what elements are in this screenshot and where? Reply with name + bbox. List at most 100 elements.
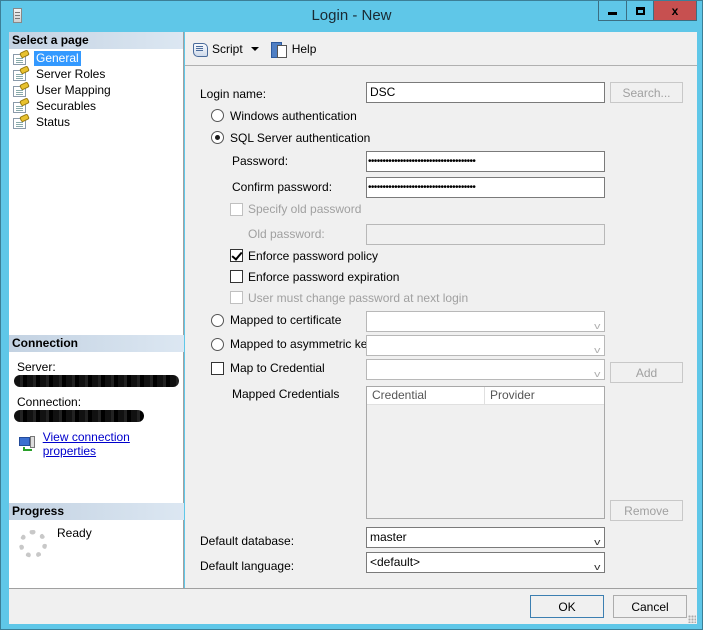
default-database-select[interactable]: master v bbox=[366, 527, 605, 548]
maximize-button[interactable] bbox=[626, 1, 654, 21]
old-password-label: Old password: bbox=[248, 227, 325, 241]
enforce-password-expiration-checkbox[interactable] bbox=[230, 270, 243, 283]
sidebar-item-label: User Mapping bbox=[36, 82, 111, 97]
connection-section: Connection Server: Connection: View conn… bbox=[9, 335, 184, 458]
mapped-to-asymmetric-key-radio[interactable] bbox=[211, 338, 224, 351]
default-language-label: Default language: bbox=[200, 559, 295, 573]
sql-server-authentication-label[interactable]: SQL Server authentication bbox=[230, 131, 370, 145]
specify-old-password-checkbox[interactable] bbox=[230, 203, 243, 216]
chevron-down-icon: v bbox=[593, 321, 600, 331]
login-new-dialog: Login - New x Select a page General Serv… bbox=[0, 0, 703, 630]
confirm-password-label: Confirm password: bbox=[232, 180, 333, 194]
sidebar-item-label: Server Roles bbox=[36, 66, 106, 81]
chevron-down-icon: v bbox=[593, 345, 600, 355]
password-input[interactable]: ••••••••••••••••••••••••••••••••••••• bbox=[366, 151, 605, 172]
mapped-credentials-label: Mapped Credentials bbox=[232, 387, 340, 401]
connection-properties-icon bbox=[19, 436, 37, 452]
windows-authentication-label[interactable]: Windows authentication bbox=[230, 109, 357, 123]
chevron-down-icon: v bbox=[593, 537, 600, 547]
enforce-password-policy-label[interactable]: Enforce password policy bbox=[248, 249, 378, 263]
specify-old-password-label: Specify old password bbox=[248, 202, 362, 216]
view-connection-properties-text[interactable]: View connection properties bbox=[43, 430, 184, 458]
server-label: Server: bbox=[17, 360, 56, 374]
page-icon bbox=[13, 49, 30, 65]
sidebar: Select a page General Server Roles User … bbox=[9, 32, 184, 588]
resize-grip[interactable] bbox=[688, 615, 696, 623]
minimize-button[interactable] bbox=[598, 1, 627, 21]
sidebar-item-label: Securables bbox=[36, 98, 97, 113]
windows-authentication-radio[interactable] bbox=[211, 109, 224, 122]
confirm-password-input[interactable]: ••••••••••••••••••••••••••••••••••••• bbox=[366, 177, 605, 198]
page-icon bbox=[13, 65, 30, 81]
general-page: Login name: DSC Search... Windows authen… bbox=[185, 66, 697, 587]
toolbar: Script Help bbox=[185, 32, 697, 66]
dialog-footer: OK Cancel bbox=[9, 588, 697, 624]
enforce-password-expiration-label[interactable]: Enforce password expiration bbox=[248, 270, 399, 284]
remove-credential-button[interactable]: Remove bbox=[610, 500, 683, 521]
sidebar-item-label: Status bbox=[36, 114, 71, 129]
script-label: Script bbox=[212, 41, 243, 56]
progress-status: Ready bbox=[57, 526, 92, 540]
default-database-value: master bbox=[370, 530, 407, 544]
chevron-down-icon: v bbox=[593, 369, 600, 379]
script-dropdown-icon[interactable] bbox=[250, 46, 259, 51]
mapped-to-certificate-label[interactable]: Mapped to certificate bbox=[230, 313, 341, 327]
map-to-credential-label[interactable]: Map to Credential bbox=[230, 361, 325, 375]
progress-section: Progress Ready bbox=[9, 503, 184, 580]
script-icon bbox=[192, 41, 208, 57]
sidebar-item-user-mapping[interactable]: User Mapping bbox=[9, 81, 183, 98]
chevron-down-icon: v bbox=[593, 562, 600, 572]
cancel-button[interactable]: Cancel bbox=[613, 595, 687, 618]
progress-spinner-icon bbox=[19, 530, 47, 558]
sidebar-item-label: General bbox=[34, 50, 81, 66]
select-page-header: Select a page bbox=[9, 32, 183, 49]
mapped-credentials-grid[interactable]: Credential Provider bbox=[366, 386, 605, 519]
page-icon bbox=[13, 97, 30, 113]
asymmetric-key-select[interactable]: v bbox=[366, 335, 605, 356]
must-change-password-label: User must change password at next login bbox=[248, 291, 469, 305]
close-button[interactable]: x bbox=[653, 1, 697, 21]
enforce-password-policy-checkbox[interactable] bbox=[230, 249, 243, 262]
title-bar[interactable]: Login - New x bbox=[1, 1, 702, 32]
mapped-to-certificate-radio[interactable] bbox=[211, 314, 224, 327]
help-button[interactable]: Help bbox=[270, 41, 316, 58]
main-panel: Script Help Login name: DSC Search... Wi… bbox=[185, 32, 697, 588]
page-icon bbox=[13, 113, 30, 129]
page-list: General Server Roles User Mapping Secura… bbox=[9, 49, 183, 130]
search-button[interactable]: Search... bbox=[610, 82, 683, 103]
login-name-input[interactable]: DSC bbox=[366, 82, 605, 103]
map-to-credential-checkbox[interactable] bbox=[211, 362, 224, 375]
sql-server-authentication-radio[interactable] bbox=[211, 131, 224, 144]
column-header-provider[interactable]: Provider bbox=[485, 387, 604, 404]
old-password-input[interactable] bbox=[366, 224, 605, 245]
default-language-value: <default> bbox=[370, 555, 421, 569]
script-button[interactable]: Script bbox=[192, 41, 259, 57]
credential-select[interactable]: v bbox=[366, 359, 605, 380]
ok-button[interactable]: OK bbox=[530, 595, 604, 618]
certificate-select[interactable]: v bbox=[366, 311, 605, 332]
column-header-credential[interactable]: Credential bbox=[367, 387, 485, 404]
grid-header: Credential Provider bbox=[367, 387, 604, 405]
server-value-redacted bbox=[14, 375, 179, 387]
default-database-label: Default database: bbox=[200, 534, 295, 548]
password-label: Password: bbox=[232, 154, 289, 168]
login-name-label: Login name: bbox=[200, 87, 267, 101]
sidebar-item-server-roles[interactable]: Server Roles bbox=[9, 65, 183, 82]
mapped-to-asymmetric-key-label[interactable]: Mapped to asymmetric key bbox=[230, 337, 373, 351]
sidebar-item-securables[interactable]: Securables bbox=[9, 97, 183, 114]
connection-label: Connection: bbox=[17, 395, 82, 409]
connection-header: Connection bbox=[9, 335, 184, 352]
sidebar-item-status[interactable]: Status bbox=[9, 113, 183, 130]
maximize-icon bbox=[635, 6, 645, 15]
connection-value-redacted bbox=[14, 410, 144, 422]
page-icon bbox=[13, 81, 30, 97]
sidebar-item-general[interactable]: General bbox=[9, 49, 183, 66]
view-connection-properties-link[interactable]: View connection properties bbox=[19, 430, 184, 458]
close-icon: x bbox=[671, 3, 679, 18]
help-icon bbox=[270, 41, 287, 58]
progress-header: Progress bbox=[9, 503, 184, 520]
default-language-select[interactable]: <default> v bbox=[366, 552, 605, 573]
must-change-password-checkbox[interactable] bbox=[230, 291, 243, 304]
add-credential-button[interactable]: Add bbox=[610, 362, 683, 383]
window-title: Login - New bbox=[311, 7, 392, 24]
